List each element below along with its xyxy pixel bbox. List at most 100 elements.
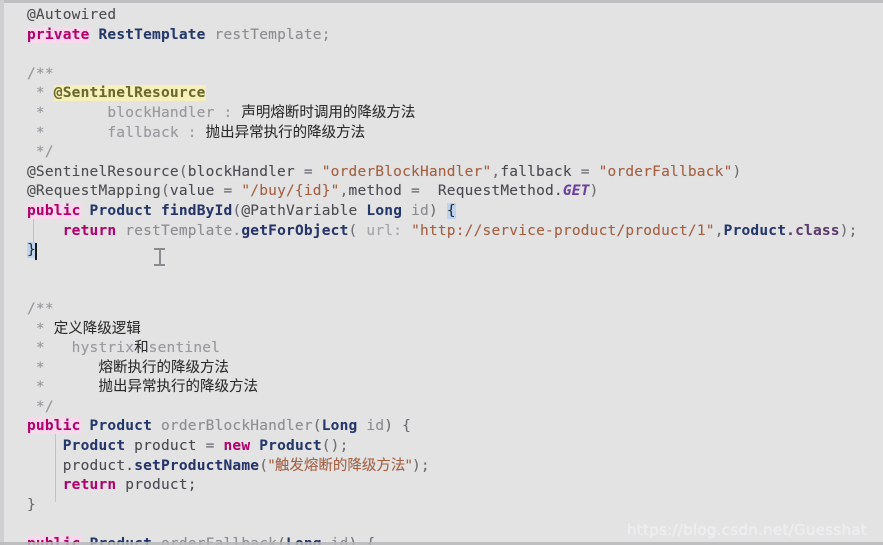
comment-fallback: fallback : [53, 124, 206, 141]
code-line[interactable]: product.setProductName("触发熔断的降级方法"); [0, 457, 883, 477]
code-line-blank[interactable] [0, 45, 883, 65]
comment-star: * [27, 340, 54, 357]
paren-open: ( [160, 183, 170, 200]
code-line[interactable]: } [0, 496, 883, 516]
editor-screenshot: @Autowired private RestTemplate restTemp… [0, 0, 883, 545]
annotation-param-value: value [169, 183, 215, 200]
comment-throw-cn: 抛出异常执行的降级方法 [98, 379, 258, 396]
keyword-public: public [27, 418, 81, 435]
method-orderblockhandler: orderBlockHandler [160, 418, 313, 435]
comment-star: * [27, 359, 54, 376]
code-line-blank[interactable] [0, 280, 883, 300]
brace-open: { [402, 418, 412, 435]
type-product: Product [89, 418, 153, 435]
code-line[interactable]: * 熔断执行的降级方法 [0, 359, 883, 379]
type-product: Product [89, 202, 153, 219]
keyword-public: public [27, 202, 81, 219]
param-id: id [357, 418, 385, 435]
code-line[interactable]: * hystrix和sentinel [0, 339, 883, 359]
code-line[interactable]: public Product orderBlockHandler(Long id… [0, 417, 883, 437]
var-product-access: product. [62, 457, 135, 474]
type-product: Product [723, 222, 787, 239]
code-editor-surface[interactable]: @Autowired private RestTemplate restTemp… [0, 0, 883, 545]
keyword-new: new [223, 438, 251, 455]
string-cn-block: "触发熔断的降级方法" [268, 457, 412, 474]
var-resttemplate: restTemplate. [116, 222, 242, 239]
equals: = [294, 163, 322, 180]
string-orderfallback: "orderFallback" [598, 163, 733, 180]
comma: , [339, 183, 349, 200]
comment-open: /** [27, 300, 54, 317]
code-line[interactable]: public Product findById(@PathVariable Lo… [0, 202, 883, 222]
empty-parens: (); [321, 438, 349, 455]
comment-sentinel: sentinel [148, 340, 221, 357]
equals: = [571, 163, 599, 180]
annotation-pathvariable: @PathVariable [241, 202, 358, 219]
enum-constant-get: GET [562, 183, 590, 200]
string-orderblockhandler: "orderBlockHandler" [321, 163, 492, 180]
comment-blockhandler: blockHandler : [53, 104, 242, 121]
comma: , [714, 222, 724, 239]
enum-requestmethod: RequestMethod. [428, 183, 563, 200]
code-line[interactable]: @RequestMapping(value = "/buy/{id}",meth… [0, 182, 883, 202]
watermark: https://blog.csdn.net/Guesshat [626, 521, 867, 539]
keyword-return: return [62, 477, 117, 494]
string-buy-id: "/buy/{id}" [241, 183, 340, 200]
paren-open: ( [259, 457, 269, 474]
equals: = [196, 438, 224, 455]
code-line[interactable]: * fallback : 抛出异常执行的降级方法 [0, 124, 883, 144]
paren-open: ( [312, 418, 322, 435]
field-resttemplate: restTemplate; [205, 26, 331, 43]
comment-close: */ [27, 144, 54, 161]
annotation-sentinelresource: @SentinelResource [27, 163, 179, 180]
method-setproductname: setProductName [134, 457, 260, 474]
code-line[interactable]: /** [0, 65, 883, 85]
annotation-param-blockhandler: blockHandler [187, 163, 295, 180]
code-line[interactable]: @Autowired [0, 6, 883, 26]
paren-close-semicolon: ); [839, 222, 858, 239]
code-line[interactable]: @SentinelResource(blockHandler = "orderB… [0, 163, 883, 183]
method-findbyid: findById [160, 202, 233, 219]
code-line[interactable]: return restTemplate.getForObject( url: "… [0, 222, 883, 242]
type-long: Long [321, 418, 358, 435]
comment-define-cn: 定义降级逻辑 [53, 320, 141, 337]
code-line[interactable]: */ [0, 398, 883, 418]
code-line[interactable]: return product; [0, 476, 883, 496]
matched-brace-open: { [446, 202, 456, 219]
code-line[interactable]: * 抛出异常执行的降级方法 [0, 378, 883, 398]
code-line[interactable]: } [0, 241, 883, 261]
code-line[interactable]: */ [0, 143, 883, 163]
comment-he-cn: 和 [134, 340, 149, 357]
code-line-blank[interactable] [0, 261, 883, 281]
comma: , [491, 163, 501, 180]
text-caret [35, 243, 37, 261]
code-line[interactable]: Product product = new Product(); [0, 437, 883, 457]
annotation-requestmapping: @RequestMapping [27, 183, 161, 200]
equals: = [214, 183, 242, 200]
code-line[interactable]: /** [0, 300, 883, 320]
annotation-autowired: @Autowired [27, 7, 117, 23]
annotation-param-fallback: fallback [500, 163, 572, 180]
comment-star: * [27, 104, 54, 121]
comment-fuse-cn: 熔断执行的降级方法 [98, 359, 229, 376]
paren-open: ( [178, 163, 188, 180]
paren-close: ) [428, 202, 438, 219]
type-product: Product [259, 438, 322, 455]
code-line[interactable]: * blockHandler : 声明熔断时调用的降级方法 [0, 104, 883, 124]
method-getforobject: getForObject [241, 222, 349, 239]
code-line[interactable]: private RestTemplate restTemplate; [0, 26, 883, 46]
code-line[interactable]: * @SentinelResource [0, 84, 883, 104]
code-line[interactable]: * 定义降级逻辑 [0, 320, 883, 340]
paren-close: ) [384, 418, 394, 435]
comment-star: * [27, 124, 54, 141]
field-class: .class [786, 222, 840, 239]
